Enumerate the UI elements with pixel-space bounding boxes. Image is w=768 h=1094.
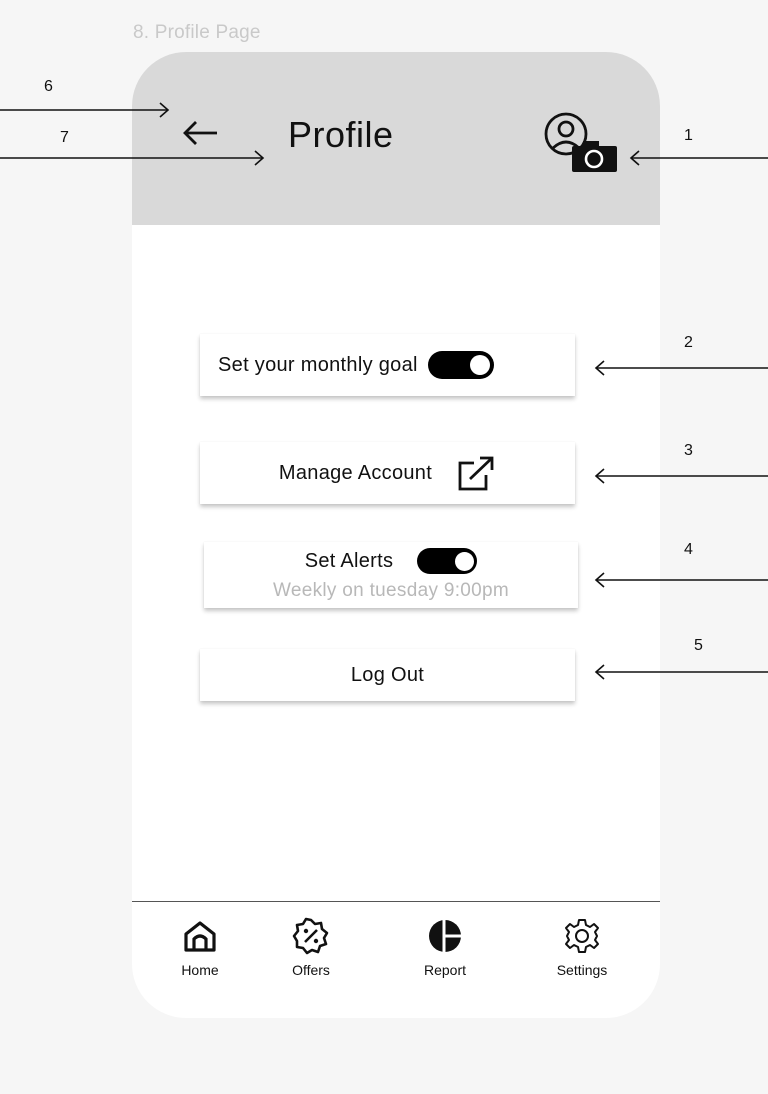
offers-icon xyxy=(292,917,329,955)
settings-icon xyxy=(565,919,599,953)
logout-button[interactable]: Log Out xyxy=(200,649,575,701)
logout-label: Log Out xyxy=(350,663,425,686)
toggle-knob xyxy=(455,551,475,571)
nav-label-settings: Settings xyxy=(556,962,608,978)
profile-photo-button[interactable] xyxy=(540,110,620,176)
annotation-5: 5 xyxy=(694,637,703,654)
profile-camera-icon xyxy=(544,112,617,172)
nav-item-offers[interactable]: Offers xyxy=(266,916,356,978)
nav-item-settings[interactable]: Settings xyxy=(537,916,627,978)
report-icon xyxy=(429,919,462,953)
back-button[interactable] xyxy=(178,110,224,156)
set-alerts-card[interactable]: Set Alerts Weekly on tuesday 9:00pm xyxy=(204,542,578,608)
bottom-nav: Home Offers Report Settings xyxy=(132,902,660,992)
nav-item-home[interactable]: Home xyxy=(155,916,245,978)
alerts-schedule-text: Weekly on tuesday 9:00pm xyxy=(272,580,510,601)
set-alerts-label: Set Alerts xyxy=(304,549,394,572)
home-icon xyxy=(184,921,216,952)
annotation-1: 1 xyxy=(684,127,693,144)
header-bar: Profile xyxy=(132,52,660,225)
annotation-2: 2 xyxy=(684,334,693,351)
toggle-knob xyxy=(469,355,490,375)
nav-label-home: Home xyxy=(181,962,219,978)
monthly-goal-label: Set your monthly goal xyxy=(218,353,418,376)
annotation-3: 3 xyxy=(684,442,693,459)
set-alerts-toggle[interactable] xyxy=(417,548,478,574)
manage-account-card[interactable]: Manage Account xyxy=(200,442,575,504)
nav-label-offers: Offers xyxy=(292,962,330,978)
external-link-icon[interactable] xyxy=(456,455,496,491)
monthly-goal-toggle[interactable] xyxy=(427,351,494,379)
page-title: Profile xyxy=(288,114,394,155)
annotation-7: 7 xyxy=(60,129,69,146)
back-arrow-icon xyxy=(183,121,217,145)
monthly-goal-card[interactable]: Set your monthly goal xyxy=(200,334,575,396)
manage-account-label: Manage Account xyxy=(278,461,433,484)
annotation-4: 4 xyxy=(684,541,693,558)
page-caption: 8. Profile Page xyxy=(133,22,261,43)
nav-label-report: Report xyxy=(423,962,467,978)
nav-item-report[interactable]: Report xyxy=(400,916,490,978)
phone-frame: Profile Set your monthly goal Manage Acc… xyxy=(132,52,660,1018)
annotation-6: 6 xyxy=(44,78,53,95)
